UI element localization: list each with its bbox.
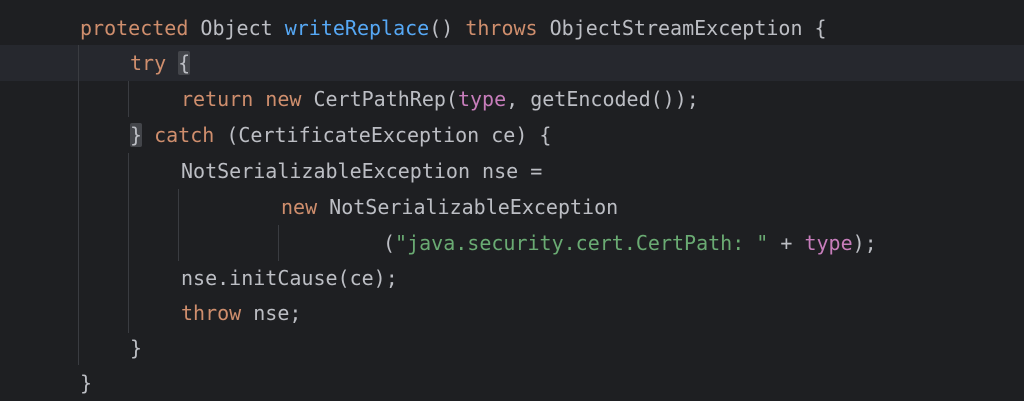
keyword-new: new xyxy=(281,195,318,219)
code-line-11[interactable]: } xyxy=(80,365,92,401)
closing-brace: } xyxy=(80,371,93,395)
code-text: nse.initCause(ce); xyxy=(181,266,398,290)
matched-brace-open: { xyxy=(178,51,191,75)
code-text: , getEncoded()); xyxy=(506,87,699,111)
code-line-6[interactable]: new NotSerializableException xyxy=(281,189,618,225)
keyword-try: try xyxy=(130,51,167,75)
indent-guide xyxy=(128,81,129,117)
matched-brace-close: } xyxy=(130,123,143,147)
indent-guide xyxy=(78,45,79,365)
closing-brace: } xyxy=(130,336,143,360)
indent-guide xyxy=(128,153,129,333)
code-line-3[interactable]: return new CertPathRep(type, getEncoded(… xyxy=(181,81,699,117)
method-name: writeReplace xyxy=(284,16,430,40)
code-text: ); xyxy=(852,231,877,255)
code-editor[interactable]: protected Object writeReplace() throws O… xyxy=(0,0,1024,401)
code-text: NotSerializableException nse = xyxy=(181,159,543,183)
code-line-1[interactable]: protected Object writeReplace() throws O… xyxy=(80,10,827,46)
code-text: (CertificateException ce) { xyxy=(214,123,552,147)
code-line-5[interactable]: NotSerializableException nse = xyxy=(181,153,542,189)
code-text: NotSerializableException xyxy=(317,195,619,219)
field-type: type xyxy=(457,87,507,111)
code-line-9[interactable]: throw nse; xyxy=(181,295,301,331)
code-text: () xyxy=(429,16,466,40)
keyword-new: new xyxy=(265,87,302,111)
keyword-catch: catch xyxy=(154,123,215,147)
keyword-protected: protected xyxy=(80,16,189,40)
code-text: nse; xyxy=(241,301,302,325)
field-type: type xyxy=(804,231,853,255)
code-text: Object xyxy=(188,16,285,40)
code-text: ObjectStreamException { xyxy=(537,16,827,40)
keyword-return: return xyxy=(181,87,254,111)
code-text: + xyxy=(768,231,805,255)
code-line-2[interactable]: try { xyxy=(130,45,191,81)
keyword-throws: throws xyxy=(465,16,538,40)
code-text: CertPathRep( xyxy=(301,87,458,111)
code-line-7[interactable]: ("java.security.cert.CertPath: " + type)… xyxy=(383,225,877,261)
keyword-throw: throw xyxy=(181,301,242,325)
code-line-8[interactable]: nse.initCause(ce); xyxy=(181,260,398,296)
code-line-4[interactable]: } catch (CertificateException ce) { xyxy=(130,117,551,153)
code-text: ( xyxy=(383,231,396,255)
string-literal: "java.security.cert.CertPath: " xyxy=(395,231,769,255)
indent-guide xyxy=(178,189,179,261)
code-line-10[interactable]: } xyxy=(130,330,142,366)
indent-guide xyxy=(278,225,279,261)
